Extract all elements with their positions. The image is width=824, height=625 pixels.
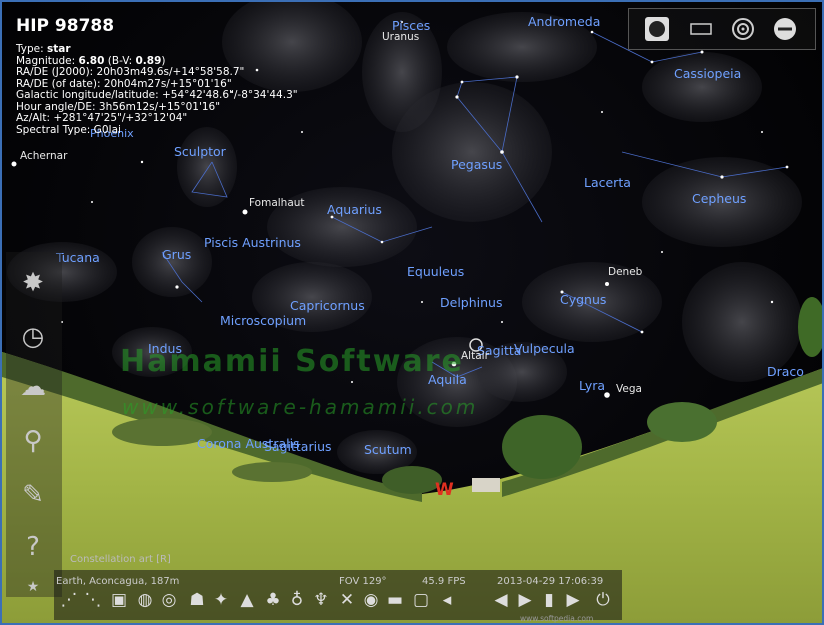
label-equuleus[interactable]: Equuleus [407,264,464,279]
softpedia-watermark: www.softpedia.com [520,614,594,623]
constellation-art-label: Constellation art [R] [70,554,171,565]
label-sagittarius[interactable]: Sagittarius [264,439,332,454]
label-tucana[interactable]: Tucana [56,250,100,265]
fov-status: FOV 129° [339,576,387,587]
window-mode-icon[interactable] [687,15,715,43]
constellation-labels-icon[interactable]: ⋱ [82,589,104,611]
label-draco[interactable]: Draco [767,364,804,379]
location-status: Earth, Aconcagua, 187m [56,576,180,587]
label-lacerta[interactable]: Lacerta [584,175,631,190]
label-deneb[interactable]: Deneb [608,266,642,278]
label-piscis-austrinus[interactable]: Piscis Austrinus [204,235,301,250]
datetime-status: 2013-04-29 17:06:39 [497,576,604,587]
label-vulpecula[interactable]: Vulpecula [514,341,575,356]
object-info-panel: HIP 98788 Type: star Magnitude: 6.80 (B-… [16,16,298,136]
close-icon[interactable] [771,15,799,43]
help-icon[interactable]: ? [16,530,50,564]
search-icon[interactable]: ⚲ [16,424,50,458]
cardinal-west: W [435,480,454,500]
object-radec-j2000: RA/DE (J2000): 20h03m49.6s/+14°58'58.7" [16,66,245,78]
object-galactic: Galactic longitude/latitude: +54°42'48.6… [16,89,298,101]
label-achernar[interactable]: Achernar [20,150,67,162]
watermark-title: Hamamii Software [120,344,464,379]
scripts-icon[interactable]: ◂ [436,589,458,611]
label-lyra[interactable]: Lyra [579,378,605,393]
target-icon[interactable] [729,15,757,43]
label-vega[interactable]: Vega [616,383,642,395]
label-aquarius[interactable]: Aquarius [327,202,382,217]
wrench-icon[interactable]: ✎ [16,478,50,512]
atmosphere-icon[interactable]: ▲ [236,589,258,611]
star-small-icon[interactable]: ★ [16,570,50,604]
label-pegasus[interactable]: Pegasus [451,157,502,172]
play-icon[interactable]: ▶ [514,589,536,611]
sky-settings-icon[interactable]: ☁ [16,370,50,404]
clock-icon[interactable]: ◷ [16,320,50,354]
label-scutum[interactable]: Scutum [364,442,412,457]
ground-icon[interactable]: ☗ [186,589,208,611]
rewind-icon[interactable]: ◀ [490,589,512,611]
label-cepheus[interactable]: Cepheus [692,191,746,206]
fullscreen-toggle-icon[interactable]: ▬ [384,589,406,611]
nebula-icon[interactable]: ♣ [262,589,284,611]
now-icon[interactable]: ▮ [538,589,560,611]
fullscreen-icon[interactable] [643,15,671,43]
goto-icon[interactable]: ✕ [336,589,358,611]
constellation-lines-icon[interactable]: ⋰ [58,589,80,611]
sun-icon[interactable]: ✸ [16,266,50,300]
window-toolbar [628,8,816,50]
planetarium-view[interactable]: Pisces Andromeda Cassiopeia Sculptor Peg… [0,0,824,625]
constellation-art-icon[interactable]: ▣ [108,589,130,611]
equatorial-mount-icon[interactable]: ♆ [310,589,332,611]
label-capricornus[interactable]: Capricornus [290,298,365,313]
watermark-url: www.software-hamamii.com [122,395,479,419]
label-delphinus[interactable]: Delphinus [440,295,502,310]
label-fomalhaut[interactable]: Fomalhaut [249,197,305,209]
label-cygnus[interactable]: Cygnus [560,292,606,307]
label-sculptor[interactable]: Sculptor [174,144,226,159]
label-altair[interactable]: Altair [461,350,489,362]
quit-icon[interactable]: ⏻ [592,589,614,611]
planet-icon[interactable]: ♁ [286,589,308,611]
object-spectral: Spectral Type: G0Iai [16,123,121,136]
label-uranus[interactable]: Uranus [382,31,419,43]
object-name: HIP 98788 [16,16,115,36]
label-grus[interactable]: Grus [162,247,191,262]
object-azalt: Az/Alt: +281°47'25"/+32°12'04" [16,112,188,124]
cardinal-points-icon[interactable]: ✦ [210,589,232,611]
bottom-toolbar: Earth, Aconcagua, 187m FOV 129° 45.9 FPS… [54,570,622,620]
label-cassiopeia[interactable]: Cassiopeia [674,66,741,81]
label-andromeda[interactable]: Andromeda [528,14,600,29]
telescope-icon[interactable]: ▢ [410,589,432,611]
night-mode-icon[interactable]: ◉ [360,589,382,611]
label-microscopium[interactable]: Microscopium [220,313,306,328]
fps-status: 45.9 FPS [422,576,466,587]
azimuthal-grid-icon[interactable]: ◎ [158,589,180,611]
fast-forward-icon[interactable]: ▶ [562,589,584,611]
left-toolbar: ✸ ◷ ☁ ⚲ ✎ ? ★ [6,252,62,597]
equatorial-grid-icon[interactable]: ◍ [134,589,156,611]
